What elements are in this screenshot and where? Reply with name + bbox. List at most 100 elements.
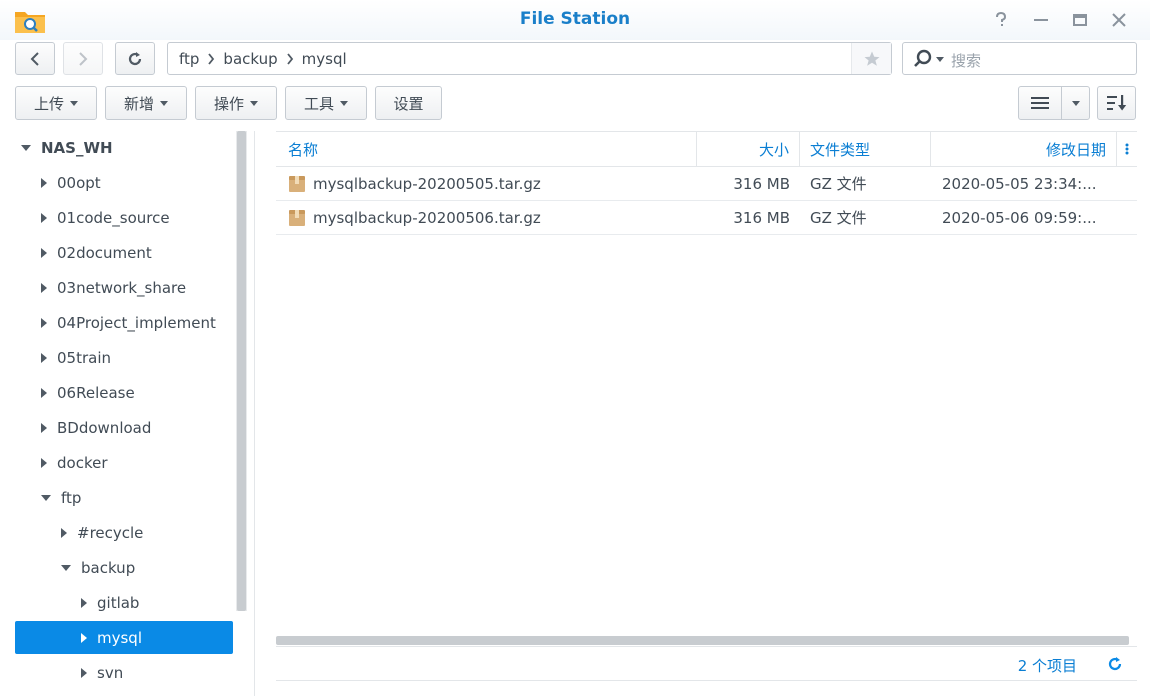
chevron-right-icon <box>79 51 88 66</box>
tree-item[interactable]: 05train <box>15 341 233 374</box>
file-modified: 2020-05-05 23:34:... <box>942 174 1097 193</box>
tree-item[interactable]: 04Project_implement <box>15 306 233 339</box>
chevron-down-icon <box>70 100 78 106</box>
tree-label: ftp <box>61 488 82 507</box>
column-size[interactable]: 大小 <box>697 132 800 166</box>
tree-label: 01code_source <box>57 208 170 227</box>
tree-item[interactable]: svn <box>15 656 233 689</box>
tree-label: BDdownload <box>57 418 152 437</box>
tree-item[interactable]: gitlab <box>15 586 233 619</box>
tree-root-nas-wh[interactable]: NAS_WH <box>15 131 233 164</box>
status-bar: 2 个项目 <box>276 646 1137 681</box>
tree-item[interactable]: 02document <box>15 236 233 269</box>
pane-divider[interactable] <box>254 131 255 696</box>
tree-item[interactable]: 01code_source <box>15 201 233 234</box>
upload-button[interactable]: 上传 <box>15 86 97 120</box>
help-icon[interactable] <box>989 8 1013 32</box>
archive-file-icon <box>289 209 305 226</box>
expand-icon[interactable] <box>41 282 47 293</box>
expand-icon[interactable] <box>81 632 87 643</box>
tree-label: NAS_WH <box>41 138 113 157</box>
collapse-icon[interactable] <box>41 494 51 501</box>
title-bar: File Station <box>0 0 1150 40</box>
file-type: GZ 文件 <box>810 209 867 227</box>
column-options-icon[interactable] <box>1117 132 1137 166</box>
sort-icon <box>1106 95 1126 111</box>
breadcrumb-item[interactable]: ftp <box>179 50 199 68</box>
tree-label: 04Project_implement <box>57 313 216 332</box>
action-label: 操作 <box>213 94 244 113</box>
expand-icon[interactable] <box>61 527 67 538</box>
expand-icon[interactable] <box>41 457 47 468</box>
file-size: 316 MB <box>733 208 790 227</box>
tree-item[interactable]: backup <box>15 551 233 584</box>
refresh-icon[interactable] <box>1107 656 1123 676</box>
close-icon[interactable] <box>1107 8 1131 32</box>
breadcrumb-item[interactable]: backup <box>223 50 277 68</box>
chevron-down-icon <box>1071 100 1080 106</box>
tree-label: svn <box>97 663 124 682</box>
sort-button[interactable] <box>1097 86 1136 120</box>
search-icon[interactable] <box>913 49 944 69</box>
tools-button[interactable]: 工具 <box>285 86 367 120</box>
tree-item[interactable]: 03network_share <box>15 271 233 304</box>
tree-label: 00opt <box>57 173 101 192</box>
search-input[interactable]: 搜索 <box>902 42 1137 75</box>
maximize-icon[interactable] <box>1068 8 1092 32</box>
path-bar[interactable]: ftp backup mysql <box>167 42 892 75</box>
file-row[interactable]: mysqlbackup-20200505.tar.gz 316 MB GZ 文件… <box>276 167 1137 201</box>
column-modified[interactable]: 修改日期 <box>931 132 1117 166</box>
horizontal-scrollbar[interactable] <box>276 636 1129 645</box>
collapse-icon[interactable] <box>61 564 71 571</box>
chevron-left-icon <box>30 51 39 66</box>
search-placeholder: 搜索 <box>951 52 982 70</box>
chevron-right-icon <box>278 53 302 65</box>
view-dropdown-button[interactable] <box>1061 86 1090 120</box>
tree-label: 02document <box>57 243 152 262</box>
expand-icon[interactable] <box>41 352 47 363</box>
expand-icon[interactable] <box>81 597 87 608</box>
expand-icon[interactable] <box>41 422 47 433</box>
window-title: File Station <box>519 9 631 29</box>
expand-icon[interactable] <box>41 212 47 223</box>
tree-item[interactable]: #recycle <box>15 516 233 549</box>
sidebar-scroll-thumb[interactable] <box>237 131 246 611</box>
expand-icon[interactable] <box>21 144 31 151</box>
file-row[interactable]: mysqlbackup-20200506.tar.gz 316 MB GZ 文件… <box>276 201 1137 235</box>
create-button[interactable]: 新增 <box>105 86 187 120</box>
column-name[interactable]: 名称 <box>276 132 697 166</box>
expand-icon[interactable] <box>41 317 47 328</box>
column-type[interactable]: 文件类型 <box>800 132 931 166</box>
tree-item[interactable]: docker <box>15 446 233 479</box>
expand-icon[interactable] <box>41 177 47 188</box>
tools-label: 工具 <box>303 94 334 113</box>
breadcrumb: ftp backup mysql <box>179 50 347 68</box>
list-view-button[interactable] <box>1018 86 1062 120</box>
upload-label: 上传 <box>33 94 64 113</box>
tree-item[interactable]: 06Release <box>15 376 233 409</box>
minimize-icon[interactable] <box>1029 8 1053 32</box>
settings-label: 设置 <box>393 94 424 113</box>
tree-item[interactable]: mysql <box>15 621 233 654</box>
expand-icon[interactable] <box>41 247 47 258</box>
file-name: mysqlbackup-20200505.tar.gz <box>313 174 541 193</box>
tree-label: #recycle <box>77 523 144 542</box>
expand-icon[interactable] <box>41 387 47 398</box>
tree-label: 05train <box>57 348 112 367</box>
tree-item[interactable]: ftp <box>15 481 233 514</box>
tree-label: 03network_share <box>57 278 187 297</box>
star-icon[interactable] <box>851 43 891 74</box>
expand-icon[interactable] <box>81 667 87 678</box>
breadcrumb-item[interactable]: mysql <box>302 50 347 68</box>
settings-button[interactable]: 设置 <box>375 86 442 120</box>
back-button[interactable] <box>15 42 55 75</box>
tree-item[interactable]: BDdownload <box>15 411 233 444</box>
refresh-icon <box>128 51 142 65</box>
refresh-button[interactable] <box>115 42 155 75</box>
tree-item[interactable]: 00opt <box>15 166 233 199</box>
file-type: GZ 文件 <box>810 175 867 193</box>
file-modified: 2020-05-06 09:59:... <box>942 208 1097 227</box>
forward-button[interactable] <box>63 42 103 75</box>
action-button[interactable]: 操作 <box>195 86 277 120</box>
tree-label: docker <box>57 453 108 472</box>
